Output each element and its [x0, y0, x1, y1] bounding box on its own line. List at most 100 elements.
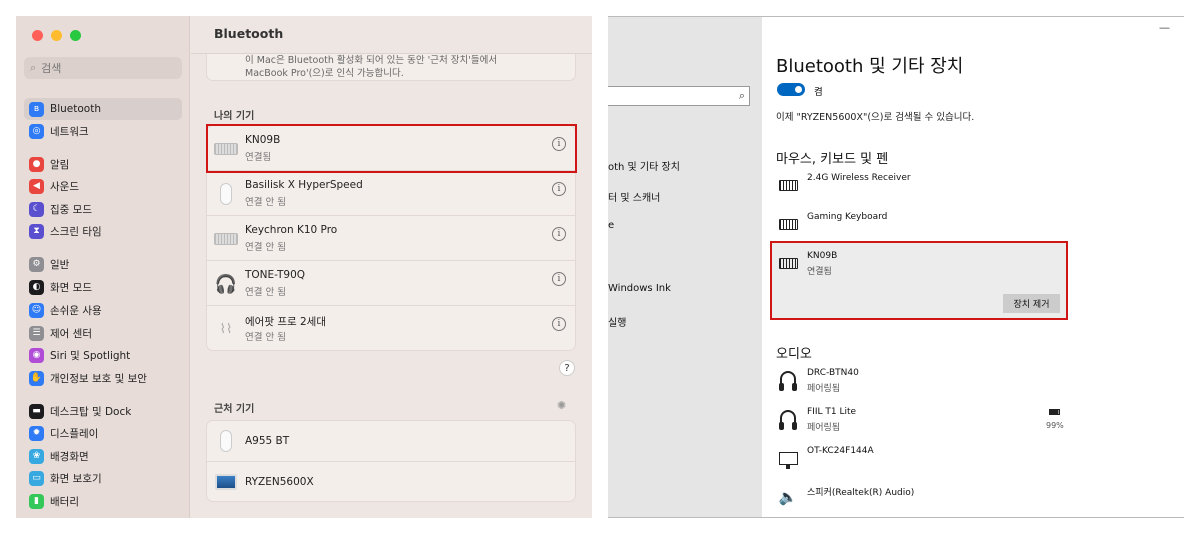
sidebar-item-icon: ◐ [29, 279, 44, 295]
sidebar-item[interactable]: ⚙ 일반 [24, 253, 182, 275]
device-row[interactable]: 🎧 TONE-T90Q 연결 안 됨 i [207, 261, 575, 306]
device-row[interactable]: Keychron K10 Pro 연결 안 됨 i [207, 216, 575, 261]
sidebar-item-icon: ☰ [29, 325, 44, 341]
device-status: 연결 안 됨 [245, 332, 286, 343]
sidebar-item[interactable]: ⧗ 스크린 타임 [24, 220, 182, 242]
sidebar-item[interactable]: ◐ 화면 모드 [24, 276, 182, 298]
search-icon: ⌕ [738, 89, 745, 102]
remove-device-button[interactable]: 장치 제거 [1003, 294, 1060, 313]
mouse-icon [214, 429, 238, 453]
search-field[interactable]: ⌕ [24, 57, 182, 79]
nearby-device-row[interactable]: RYZEN5600X [207, 462, 575, 501]
info-icon[interactable]: i [552, 137, 566, 151]
nearby-devices-header: 근처 기기 [214, 404, 255, 415]
sidebar-item-icon: ☺ [29, 302, 44, 318]
sidebar-item[interactable]: ◀ 사운드 [24, 175, 182, 197]
zoom-button[interactable] [70, 30, 81, 41]
win-nav-item[interactable]: 실행 [608, 314, 626, 329]
device-row[interactable]: KN09B 연결됨 i [207, 126, 575, 171]
nearby-device-row[interactable]: A955 BT [207, 421, 575, 462]
sidebar-item-icon: ● [29, 156, 44, 172]
info-icon[interactable]: i [552, 272, 566, 286]
device-name: 2.4G Wireless Receiver [807, 173, 911, 183]
device-name: 에어팟 프로 2세대 [245, 316, 326, 328]
audio-device-row[interactable]: FIIL T1 Lite 페어링됨 99% [776, 407, 1066, 443]
sidebar-item-icon: ⚙ [29, 256, 44, 272]
win-nav-item[interactable]: oth 및 기타 장치 [608, 158, 680, 173]
device-name: KN09B [245, 134, 281, 146]
battery-icon [1049, 409, 1060, 415]
mac-sidebar: ⌕ ʙ Bluetooth ◎ 네트워크 ● 알림 ◀ 사운드 ☾ 집중 모드 ⧗ 스크린 타임 ⚙ 일반… [16, 16, 190, 518]
device-name: KN09B [807, 251, 838, 261]
help-button[interactable]: ? [559, 360, 575, 376]
window-controls [32, 30, 81, 41]
bluetooth-toggle-label: 켬 [814, 87, 823, 98]
sidebar-item[interactable]: ◎ 네트워크 [24, 120, 182, 142]
sidebar-item[interactable]: ◉ Siri 및 Spotlight [24, 344, 182, 366]
minimize-button[interactable] [51, 30, 62, 41]
info-icon[interactable]: i [552, 317, 566, 331]
device-name: TONE-T90Q [245, 269, 306, 281]
sidebar-item-label: 손쉬운 사용 [50, 304, 102, 317]
sidebar-item[interactable]: ✋ 개인정보 보호 및 보안 [24, 367, 182, 389]
audio-device-row[interactable]: DRC-BTN40 페어링됨 [776, 368, 1066, 404]
bluetooth-toggle[interactable] [777, 83, 805, 96]
sidebar-item[interactable]: ☰ 제어 센터 [24, 322, 182, 344]
sidebar-item[interactable]: ▭ 화면 보호기 [24, 467, 182, 489]
sidebar-item[interactable]: ☾ 집중 모드 [24, 198, 182, 220]
input-device-row[interactable]: 2.4G Wireless Receiver [776, 173, 1066, 209]
audio-device-row[interactable]: 🔈 스피커(Realtek(R) Audio) [776, 485, 1066, 517]
win-nav-item[interactable]: 터 및 스캐너 [608, 189, 660, 204]
speaker-icon: 🔈 [778, 488, 798, 506]
sidebar-item[interactable]: ☺ 손쉬운 사용 [24, 299, 182, 321]
device-name: DRC-BTN40 [807, 368, 859, 378]
win-nav-item[interactable]: e [608, 220, 614, 231]
battery-level: 99% [1046, 421, 1064, 430]
info-icon[interactable]: i [552, 182, 566, 196]
device-name: Keychron K10 Pro [245, 224, 338, 236]
input-device-row[interactable]: KN09B 연결됨 [776, 251, 1066, 287]
device-status: 연결됨 [245, 152, 272, 163]
page-title: Bluetooth 및 기타 장치 [776, 56, 964, 77]
sidebar-item[interactable]: ▬ 데스크탑 및 Dock [24, 400, 182, 422]
sidebar-item[interactable]: ❀ 배경화면 [24, 445, 182, 467]
visibility-note-line1: 이 Mac은 Bluetooth 활성화 되어 있는 동안 '근처 장치'들에서 [245, 55, 498, 66]
sidebar-item-icon: ▮ [29, 493, 44, 509]
input-devices-header: 마우스, 키보드 및 펜 [776, 152, 889, 167]
sidebar-item[interactable]: ▮ 배터리 [24, 490, 182, 512]
sidebar-item-label: 디스플레이 [50, 427, 99, 440]
win-nav-item[interactable]: Windows Ink [608, 283, 671, 294]
sidebar-item-icon: ◉ [29, 347, 44, 363]
sidebar-item-icon: ☾ [29, 201, 44, 217]
audio-header: 오디오 [776, 347, 812, 362]
win-search-field[interactable]: ⌕ [608, 86, 750, 109]
device-row[interactable]: ⌇⌇ 에어팟 프로 2세대 연결 안 됨 i [207, 306, 575, 350]
sidebar-item-label: 일반 [50, 258, 70, 271]
close-button[interactable] [32, 30, 43, 41]
info-icon[interactable]: i [552, 227, 566, 241]
keyboard-icon [778, 214, 798, 234]
mouse-icon [214, 182, 238, 206]
input-device-row[interactable]: Gaming Keyboard [776, 212, 1066, 248]
device-row[interactable]: Basilisk X HyperSpeed 연결 안 됨 i [207, 171, 575, 216]
audio-device-row[interactable]: OT-KC24F144A [776, 446, 1066, 482]
device-name: Basilisk X HyperSpeed [245, 179, 363, 191]
search-input[interactable] [41, 61, 162, 75]
sidebar-item-label: 스크린 타임 [50, 225, 102, 238]
keyboard-icon [778, 253, 798, 273]
sidebar-item-label: 개인정보 보호 및 보안 [50, 372, 147, 385]
device-name: FIIL T1 Lite [807, 407, 857, 417]
device-name: RYZEN5600X [245, 476, 314, 488]
sidebar-item[interactable]: ✹ 디스플레이 [24, 422, 182, 444]
device-status: 연결 안 됨 [245, 242, 286, 253]
device-status: 페어링됨 [807, 384, 841, 394]
device-name: 스피커(Realtek(R) Audio) [807, 488, 915, 498]
minimize-icon[interactable]: — [1159, 21, 1170, 34]
sidebar-item[interactable]: ʙ Bluetooth [24, 98, 182, 120]
discoverable-text: 이제 "RYZEN5600X"(으)로 검색될 수 있습니다. [776, 112, 975, 123]
sidebar-item-label: 알림 [50, 158, 70, 171]
sidebar-item-icon: ❀ [29, 448, 44, 464]
device-name: A955 BT [245, 435, 290, 447]
win-search-input[interactable] [608, 90, 728, 109]
sidebar-item[interactable]: ● 알림 [24, 153, 182, 175]
